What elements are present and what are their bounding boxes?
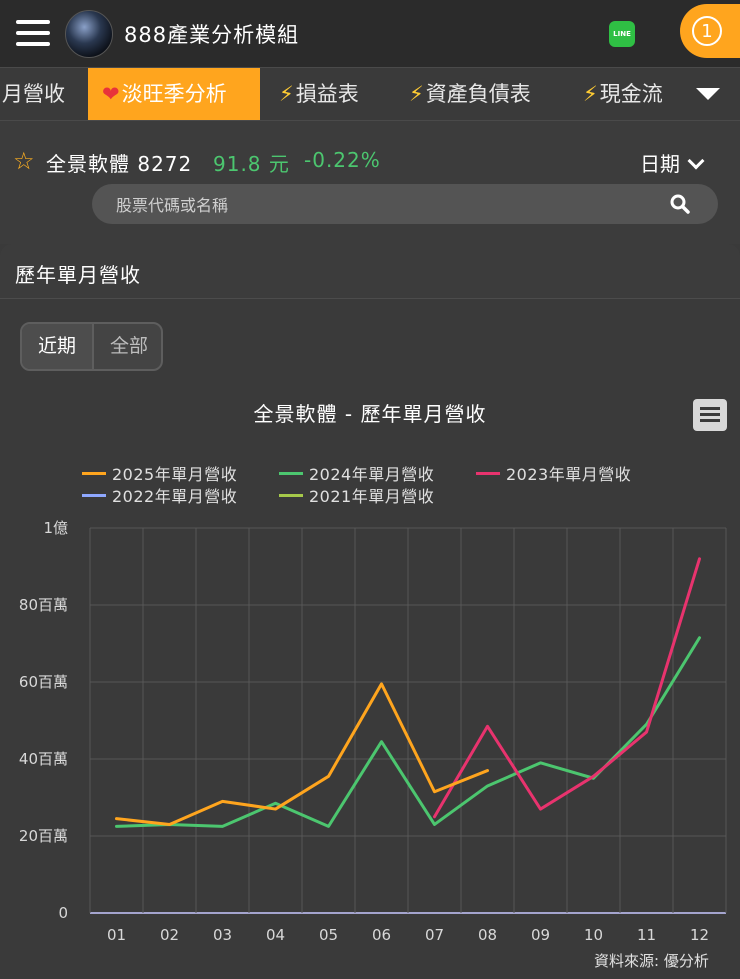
tab-monthly-revenue[interactable]: 月營收 xyxy=(2,68,65,120)
stock-price: 91.8 元 xyxy=(213,152,290,176)
stock-change: -0.22% xyxy=(304,148,381,172)
bolt-icon: ⚡ xyxy=(583,82,598,106)
tab-label: 月營收 xyxy=(2,82,65,106)
legend-label: 2023年單月營收 xyxy=(506,465,632,484)
search-icon[interactable] xyxy=(670,194,690,214)
legend-2021[interactable]: 2021年單月營收 xyxy=(279,483,434,507)
notification-button[interactable]: 1 xyxy=(680,4,740,58)
revenue-section: 歷年單月營收 近期 全部 全景軟體 - 歷年單月營收 2025年單月營收 202… xyxy=(0,244,740,979)
tab-seasonality-analysis[interactable]: ❤淡旺季分析 xyxy=(88,68,260,120)
tab-label: 現金流 xyxy=(599,82,663,106)
legend-swatch xyxy=(82,494,106,497)
legend-2023[interactable]: 2023年單月營收 xyxy=(476,461,631,485)
star-icon[interactable]: ☆ xyxy=(13,147,35,175)
period-toggle: 近期 全部 xyxy=(20,322,163,371)
search-bar xyxy=(92,184,718,226)
legend-2025[interactable]: 2025年單月營收 xyxy=(82,461,237,485)
tab-label: 損益表 xyxy=(295,82,359,106)
chevron-down-icon xyxy=(687,152,705,170)
search-input[interactable] xyxy=(114,184,658,226)
notification-count: 1 xyxy=(692,16,722,46)
legend-swatch xyxy=(476,472,500,475)
line-icon[interactable]: LINE xyxy=(609,21,635,47)
legend-2024[interactable]: 2024年單月營收 xyxy=(279,461,434,485)
chart-title: 全景軟體 - 歷年單月營收 xyxy=(253,402,487,426)
section-header: 歷年單月營收 xyxy=(0,244,740,299)
legend-label: 2025年單月營收 xyxy=(112,465,238,484)
toggle-recent[interactable]: 近期 xyxy=(22,324,94,369)
line-icon-label: LINE xyxy=(613,30,631,38)
hamburger-menu-icon[interactable] xyxy=(16,20,50,46)
tab-label: 資產負債表 xyxy=(425,82,531,106)
app-title: 888產業分析模組 xyxy=(124,23,300,47)
toggle-all[interactable]: 全部 xyxy=(94,324,161,369)
legend-2022[interactable]: 2022年單月營收 xyxy=(82,483,237,507)
bolt-icon: ⚡ xyxy=(279,82,294,106)
tab-income-statement[interactable]: ⚡損益表 xyxy=(279,68,359,120)
bolt-icon: ⚡ xyxy=(409,82,424,106)
legend-swatch xyxy=(279,494,303,497)
stock-name: 全景軟體 8272 xyxy=(46,152,193,176)
tab-cash-flow[interactable]: ⚡現金流 xyxy=(583,68,663,120)
data-source: 資料來源: 優分析 xyxy=(594,952,709,970)
heart-icon: ❤ xyxy=(102,82,120,106)
top-bar: 888產業分析模組 LINE 1 xyxy=(0,0,740,67)
avatar[interactable] xyxy=(65,10,113,58)
legend-swatch xyxy=(82,472,106,475)
legend-swatch xyxy=(279,472,303,475)
legend-label: 2022年單月營收 xyxy=(112,487,238,506)
tab-balance-sheet[interactable]: ⚡資產負債表 xyxy=(409,68,531,120)
chart-menu-icon[interactable] xyxy=(693,399,727,431)
section-title: 歷年單月營收 xyxy=(15,263,141,287)
date-label: 日期 xyxy=(640,152,680,176)
stock-info: ☆ 全景軟體 8272 91.8 元 -0.22% 日期 xyxy=(0,134,740,184)
more-tabs-button[interactable] xyxy=(676,68,740,120)
caret-down-icon xyxy=(696,88,720,100)
tab-bar: 月營收 ❤淡旺季分析 ⚡損益表 ⚡資產負債表 ⚡現金流 xyxy=(0,67,740,121)
date-dropdown[interactable]: 日期 xyxy=(640,148,705,177)
legend-label: 2021年單月營收 xyxy=(309,487,435,506)
legend-label: 2024年單月營收 xyxy=(309,465,435,484)
tab-label: 淡旺季分析 xyxy=(121,82,227,106)
